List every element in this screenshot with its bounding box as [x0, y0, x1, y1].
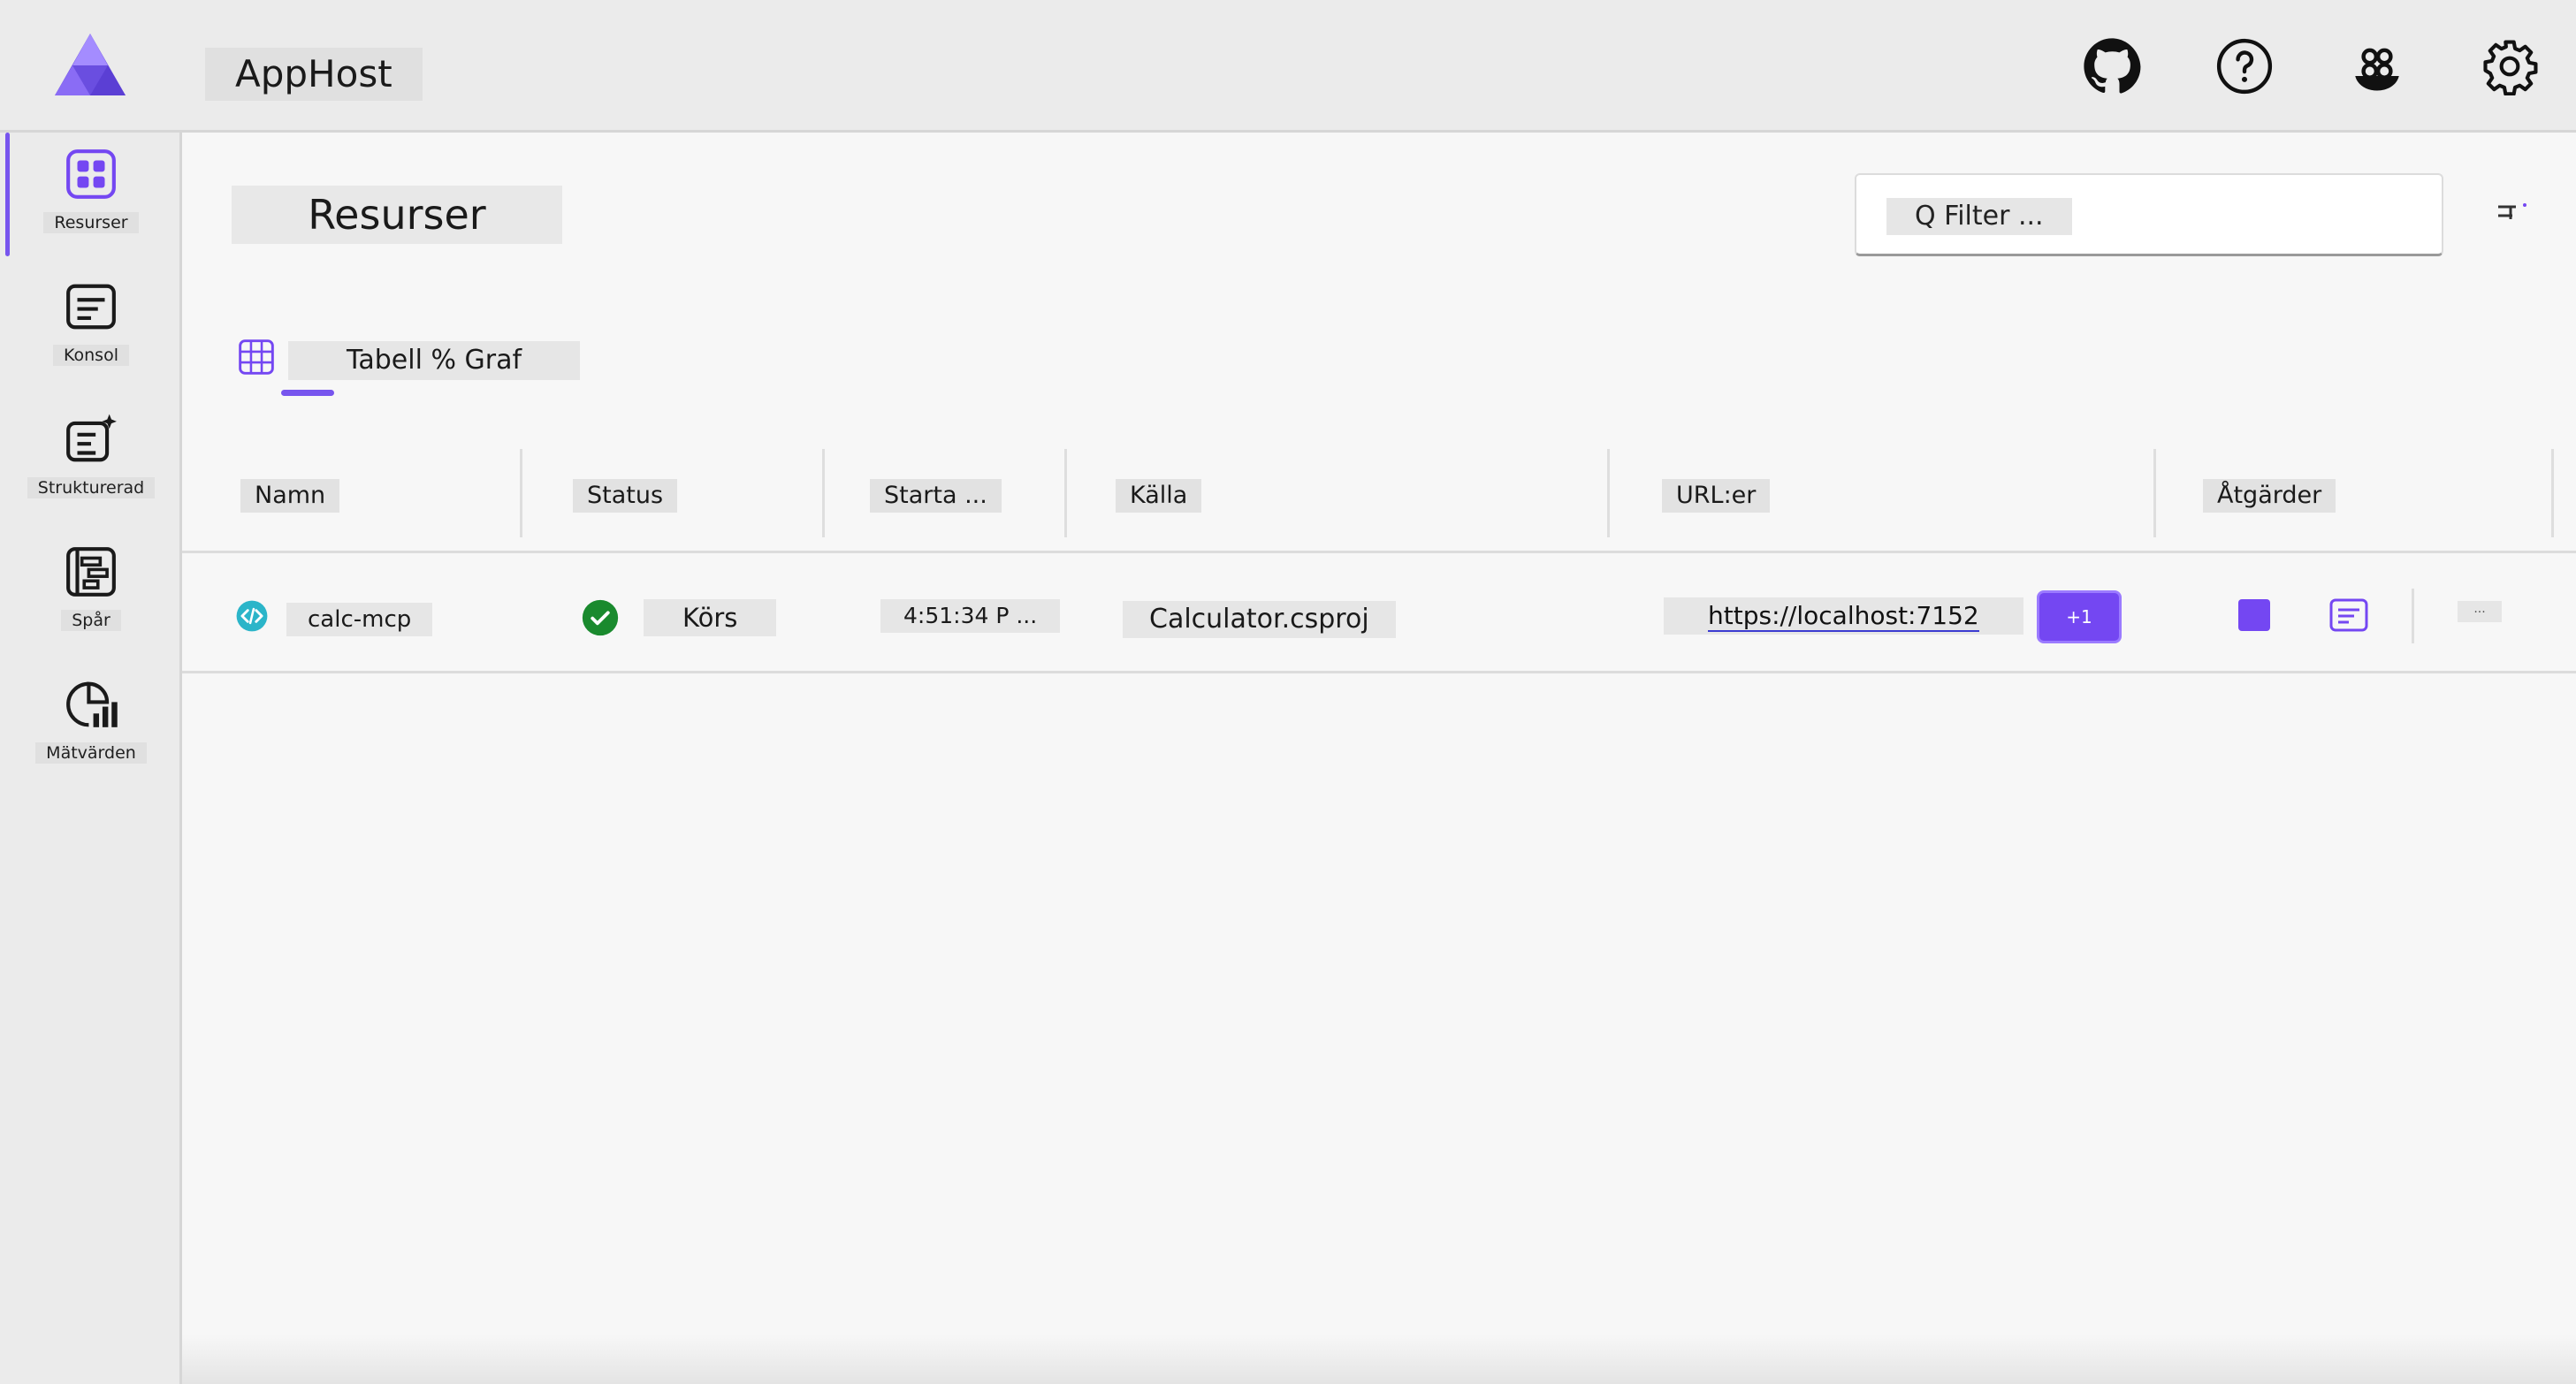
column-divider[interactable]: [1064, 449, 1067, 537]
stop-icon[interactable]: [2238, 599, 2270, 631]
more-urls-button[interactable]: +1: [2037, 590, 2122, 643]
resource-url[interactable]: https://localhost:7152: [1664, 597, 2023, 635]
column-header-name[interactable]: Namn: [240, 479, 340, 513]
sidebar-item-label: Resurser: [43, 212, 139, 233]
view-tabs[interactable]: Tabell % Graf: [288, 341, 581, 380]
resource-start-time: 4:51:34 P ...: [880, 599, 1061, 633]
bottom-edge: [182, 1335, 2576, 1384]
more-actions-button[interactable]: ...: [2458, 601, 2502, 622]
structured-icon: [66, 414, 117, 462]
column-header-source[interactable]: Källa: [1116, 479, 1202, 513]
github-icon[interactable]: [2081, 35, 2143, 97]
traces-icon: [66, 547, 116, 597]
sidebar-item-label: Mätvärden: [35, 742, 147, 764]
column-divider[interactable]: [2551, 449, 2554, 537]
table-row: calc-mcp Körs 4:51:34 P ... Calculator.c…: [182, 553, 2576, 673]
console-icon: [66, 284, 116, 330]
action-divider: [2412, 589, 2414, 643]
column-header-actions[interactable]: Åtgärder: [2203, 479, 2336, 513]
resource-source: Calculator.csproj: [1123, 601, 1396, 638]
top-header: AppHost: [0, 0, 2576, 133]
column-divider[interactable]: [822, 449, 825, 537]
sidebar-item-structured[interactable]: Strukturerad: [0, 398, 182, 513]
metrics-icon: [66, 681, 118, 727]
sidebar-item-resources[interactable]: Resurser: [0, 133, 182, 256]
resource-name[interactable]: calc-mcp: [286, 603, 433, 636]
column-header-status[interactable]: Status: [573, 479, 678, 513]
sidebar-item-label: Spår: [61, 610, 121, 631]
url-link[interactable]: https://localhost:7152: [1708, 601, 1979, 632]
column-divider[interactable]: [520, 449, 522, 537]
console-logs-icon[interactable]: [2328, 597, 2369, 633]
table-view-icon[interactable]: [237, 338, 276, 376]
column-divider[interactable]: [1607, 449, 1610, 537]
app-logo-icon[interactable]: [51, 30, 129, 99]
feedback-icon[interactable]: [2346, 35, 2408, 97]
page-title: Resurser: [232, 186, 562, 244]
column-divider[interactable]: [2153, 449, 2156, 537]
column-header-start[interactable]: Starta ...: [870, 479, 1002, 513]
sidebar-item-label: Strukturerad: [27, 477, 156, 498]
table-header: Namn Status Starta ... Källa URL:er Åtgä…: [182, 449, 2576, 553]
app-title: AppHost: [205, 48, 423, 101]
column-header-urls[interactable]: URL:er: [1662, 479, 1771, 513]
project-icon: [236, 600, 268, 632]
sidebar: Resurser Konsol Strukturerad Spår Mätvär…: [0, 133, 182, 1384]
sidebar-item-metrics[interactable]: Mätvärden: [0, 663, 182, 778]
settings-icon[interactable]: [2479, 35, 2541, 97]
filter-input[interactable]: Q Filter ...: [1855, 173, 2443, 256]
active-tab-indicator: [281, 390, 334, 396]
filter-placeholder: Q Filter ...: [1886, 198, 2072, 235]
sidebar-item-label: Konsol: [53, 345, 129, 366]
help-icon[interactable]: [2214, 35, 2275, 97]
running-status-icon: [582, 599, 619, 636]
sidebar-item-console[interactable]: Konsol: [0, 265, 182, 380]
resource-status: Körs: [644, 599, 777, 636]
sidebar-item-traces[interactable]: Spår: [0, 530, 182, 645]
filter-options-icon[interactable]: [2493, 196, 2534, 228]
resources-icon: [66, 149, 116, 199]
